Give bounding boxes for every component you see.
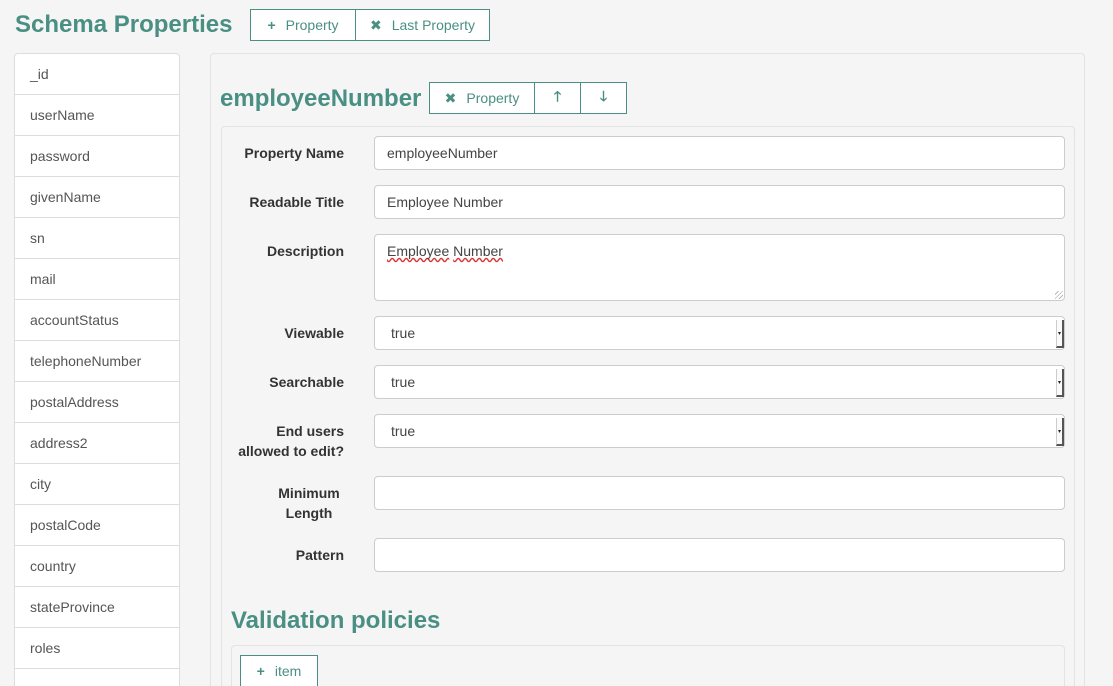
validation-policies-title: Validation policies <box>231 607 441 634</box>
sidebar-item-label: userName <box>30 107 95 123</box>
readable-title-label: Readable Title <box>249 194 344 210</box>
end-users-edit-value: true <box>391 423 416 439</box>
minimum-length-label-line2: Length <box>285 505 333 521</box>
sidebar-item-roles[interactable]: roles <box>15 628 179 669</box>
description-value-word: Number <box>453 243 503 259</box>
end-users-edit-label: End users allowed to edit? <box>238 421 344 461</box>
page-title: Schema Properties <box>15 11 233 38</box>
remove-last-property-label: Last Property <box>391 17 475 33</box>
header-button-group: + Property ✖ Last Property <box>250 9 490 41</box>
arrow-up-icon: 🡑 <box>553 88 562 104</box>
sidebar-item-label: sn <box>30 230 45 246</box>
sidebar-item-mail[interactable]: mail <box>15 259 179 300</box>
sidebar-item-label: password <box>30 148 90 164</box>
sidebar-item-label: address2 <box>30 435 88 451</box>
viewable-value: true <box>391 325 416 341</box>
sidebar-item-label: mail <box>30 271 56 287</box>
end-users-edit-label-line2: allowed to edit? <box>238 443 344 459</box>
sidebar-item-accountstatus[interactable]: accountStatus <box>15 300 179 341</box>
property-name-label: Property Name <box>244 145 344 161</box>
validation-policies-panel <box>231 645 1065 686</box>
resize-grip-icon[interactable] <box>1055 291 1063 299</box>
property-name-input[interactable]: employeeNumber <box>374 136 1065 170</box>
pattern-label: Pattern <box>295 547 344 563</box>
sidebar-item-postaladdress[interactable]: postalAddress <box>15 382 179 423</box>
sidebar-item-label: country <box>30 558 76 574</box>
sidebar-item-password[interactable]: password <box>15 136 179 177</box>
viewable-select[interactable]: true ▾ <box>374 316 1065 350</box>
minimum-length-label-line1: Minimum <box>278 485 340 501</box>
readable-title-input[interactable]: Employee Number <box>374 185 1065 219</box>
sidebar-item-country[interactable]: country <box>15 546 179 587</box>
readable-title-value: Employee Number <box>387 194 503 210</box>
property-title: employeeNumber <box>220 85 422 112</box>
pattern-input[interactable] <box>374 538 1065 572</box>
add-property-button[interactable]: + Property <box>251 10 355 40</box>
minimum-length-label: Minimum Length <box>274 483 344 523</box>
property-name-value: employeeNumber <box>387 145 498 161</box>
sidebar-item-username[interactable]: userName <box>15 95 179 136</box>
add-item-label: item <box>274 663 302 679</box>
end-users-edit-label-line1: End users <box>276 423 344 439</box>
sidebar-item-telephonenumber[interactable]: telephoneNumber <box>15 341 179 382</box>
plus-icon: + <box>267 17 276 33</box>
viewable-label: Viewable <box>284 325 344 341</box>
remove-property-label: Property <box>466 90 520 106</box>
sidebar-item-label: givenName <box>30 189 101 205</box>
description-textarea[interactable]: Employee Number <box>374 234 1065 301</box>
dropdown-arrow-icon: ▾ <box>1056 418 1064 446</box>
sidebar-item-sn[interactable]: sn <box>15 218 179 259</box>
arrow-down-icon: 🡓 <box>599 88 608 104</box>
sidebar-item-label: manager <box>30 681 85 686</box>
sidebar-item-label: roles <box>30 640 61 656</box>
remove-property-button[interactable]: ✖ Property <box>430 83 534 113</box>
end-users-edit-select[interactable]: true ▾ <box>374 414 1065 448</box>
plus-icon: + <box>256 663 265 679</box>
sidebar-item-id[interactable]: _id <box>15 54 179 95</box>
sidebar-item-givenname[interactable]: givenName <box>15 177 179 218</box>
sidebar-item-label: _id <box>30 66 49 82</box>
searchable-select[interactable]: true ▾ <box>374 365 1065 399</box>
move-down-button[interactable]: 🡓 <box>580 83 626 113</box>
sidebar-item-label: telephoneNumber <box>30 353 142 369</box>
sidebar-item-label: city <box>30 476 51 492</box>
property-list-sidebar: _id userName password givenName sn mail … <box>14 53 180 686</box>
add-property-label: Property <box>285 17 339 33</box>
sidebar-item-stateprovince[interactable]: stateProvince <box>15 587 179 628</box>
remove-last-property-button[interactable]: ✖ Last Property <box>355 10 489 40</box>
description-value-word: Employee <box>387 243 450 259</box>
sidebar-item-label: postalCode <box>30 517 101 533</box>
sidebar-item-manager[interactable]: manager <box>15 669 179 686</box>
move-up-button[interactable]: 🡑 <box>534 83 580 113</box>
close-icon: ✖ <box>444 89 457 106</box>
searchable-value: true <box>391 374 416 390</box>
minimum-length-input[interactable] <box>374 476 1065 510</box>
close-icon: ✖ <box>370 16 382 33</box>
searchable-label: Searchable <box>269 374 344 390</box>
sidebar-item-address2[interactable]: address2 <box>15 423 179 464</box>
validation-button-group: + item <box>240 655 318 686</box>
sidebar-item-label: postalAddress <box>30 394 119 410</box>
sidebar-item-label: stateProvince <box>30 599 115 615</box>
dropdown-arrow-icon: ▾ <box>1056 320 1064 348</box>
description-label: Description <box>266 243 344 259</box>
sidebar-item-city[interactable]: city <box>15 464 179 505</box>
add-item-button[interactable]: + item <box>241 656 317 686</box>
sidebar-item-postalcode[interactable]: postalCode <box>15 505 179 546</box>
dropdown-arrow-icon: ▾ <box>1056 369 1064 397</box>
sidebar-item-label: accountStatus <box>30 312 119 328</box>
property-button-group: ✖ Property 🡑 🡓 <box>429 82 627 114</box>
